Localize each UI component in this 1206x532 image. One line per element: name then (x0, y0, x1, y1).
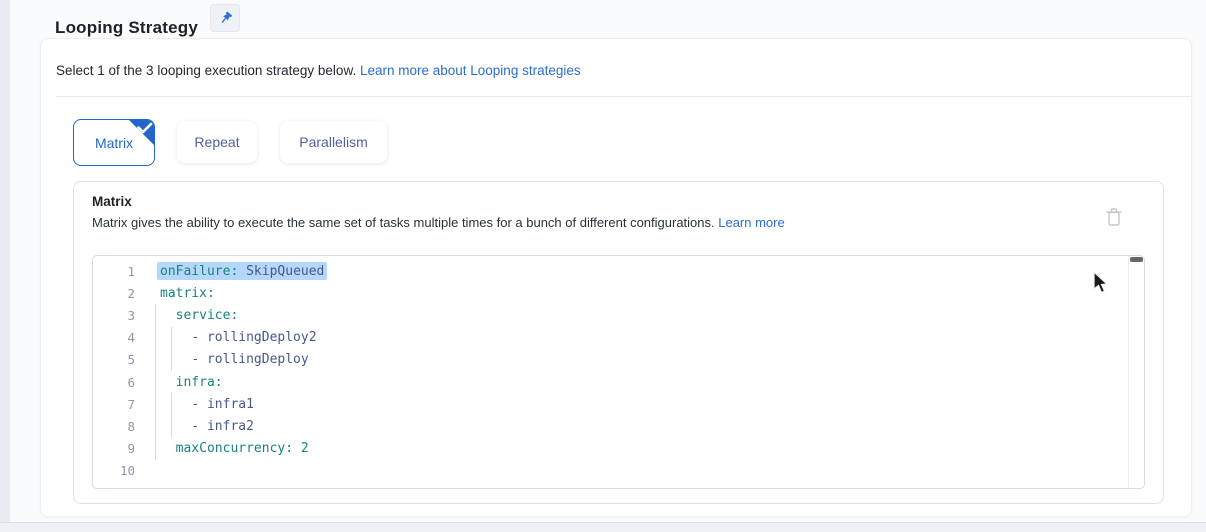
panel-description-text: Matrix gives the ability to execute the … (92, 215, 718, 230)
code-token (160, 397, 191, 412)
code-token (293, 441, 301, 456)
indent-guide (155, 371, 156, 393)
code-token: - (191, 330, 207, 345)
line-number: 10 (93, 463, 135, 478)
indent-guide (171, 349, 172, 371)
code-line[interactable]: 3 service: (93, 304, 1128, 326)
header-divider (56, 96, 1191, 97)
tab-matrix[interactable]: Matrix (73, 119, 155, 166)
line-number: 1 (93, 264, 135, 279)
yaml-editor[interactable]: 1 onFailure: SkipQueued 2 matrix: 3 service:… (92, 255, 1145, 489)
panel-title: Matrix (92, 194, 132, 209)
line-number: 9 (93, 441, 135, 456)
code-line[interactable]: 4 - rollingDeploy2 (93, 327, 1128, 349)
code-line[interactable]: 5 - rollingDeploy (93, 349, 1128, 371)
code-token: - (191, 352, 207, 367)
code-token: service: (176, 308, 239, 323)
code-line[interactable]: 7 - infra1 (93, 393, 1128, 415)
indent-guide (155, 327, 156, 349)
line-number: 6 (93, 375, 135, 390)
line-number: 2 (93, 286, 135, 301)
code-line[interactable]: 9 maxConcurrency: 2 (93, 438, 1128, 460)
bottom-edge-strip (0, 522, 1206, 532)
indent-guide (155, 438, 156, 460)
indent-guide (171, 393, 172, 415)
code-token: matrix: (160, 286, 215, 301)
code-token: infra1 (207, 397, 254, 412)
left-gutter-strip (0, 0, 10, 532)
code-token: maxConcurrency: (176, 441, 293, 456)
indent-guide (155, 393, 156, 415)
code-token: 2 (301, 441, 309, 456)
line-number: 7 (93, 397, 135, 412)
code-token: - (191, 419, 207, 434)
code-text: onFailure: SkipQueued (160, 260, 327, 282)
code-token (160, 352, 191, 367)
code-token: rollingDeploy (207, 352, 309, 367)
code-text: - rollingDeploy2 (160, 327, 317, 349)
code-line[interactable]: 8 - infra2 (93, 415, 1128, 437)
code-text: maxConcurrency: 2 (160, 438, 309, 460)
code-token: infra2 (207, 419, 254, 434)
page-title: Looping Strategy (55, 18, 198, 38)
code-token: onFailure: (160, 264, 238, 279)
panel-description: Matrix gives the ability to execute the … (92, 215, 785, 230)
code-token: - (191, 397, 207, 412)
code-text: - infra1 (160, 393, 254, 415)
line-number: 5 (93, 352, 135, 367)
intro-sentence: Select 1 of the 3 looping execution stra… (56, 63, 360, 78)
code-token (160, 330, 191, 345)
tab-repeat-label: Repeat (194, 134, 239, 150)
code-token: SkipQueued (246, 264, 324, 279)
code-token (238, 264, 246, 279)
selected-text-highlight: onFailure: SkipQueued (157, 262, 327, 280)
tab-parallelism-label: Parallelism (299, 134, 367, 150)
code-line[interactable]: 1 onFailure: SkipQueued (93, 260, 1128, 282)
code-token: infra: (176, 375, 223, 390)
code-line[interactable]: 2 matrix: (93, 282, 1128, 304)
code-line[interactable]: 6 infra: (93, 371, 1128, 393)
code-text: matrix: (160, 282, 215, 304)
line-number: 3 (93, 308, 135, 323)
code-token (160, 441, 176, 456)
pushpin-icon (218, 11, 233, 26)
matrix-panel: Matrix Matrix gives the ability to execu… (73, 181, 1164, 504)
check-icon (125, 119, 155, 149)
indent-guide (155, 349, 156, 371)
code-token (160, 419, 191, 434)
strategy-tabs: Matrix Repeat Parallelism (73, 119, 387, 166)
learn-more-link[interactable]: Learn more (718, 215, 784, 230)
code-text: infra: (160, 371, 223, 393)
line-number: 8 (93, 419, 135, 434)
code-token (160, 308, 176, 323)
trash-icon (1105, 207, 1125, 227)
indent-guide (171, 415, 172, 437)
code-text: service: (160, 304, 238, 326)
indent-guide (155, 415, 156, 437)
code-token: rollingDeploy2 (207, 330, 317, 345)
learn-more-strategies-link[interactable]: Learn more about Looping strategies (360, 63, 581, 78)
line-number: 4 (93, 330, 135, 345)
looping-strategy-card: Select 1 of the 3 looping execution stra… (40, 38, 1192, 517)
delete-strategy-button[interactable] (1105, 206, 1125, 228)
code-lines: 1 onFailure: SkipQueued 2 matrix: 3 service:… (93, 260, 1128, 482)
tab-repeat[interactable]: Repeat (177, 121, 257, 163)
tab-parallelism[interactable]: Parallelism (280, 121, 387, 163)
code-line[interactable]: 10 (93, 460, 1128, 482)
code-token (160, 375, 176, 390)
intro-text: Select 1 of the 3 looping execution stra… (56, 63, 581, 78)
pin-button[interactable] (210, 4, 240, 32)
code-text: - infra2 (160, 415, 254, 437)
scrollbar-track (1128, 256, 1129, 488)
indent-guide (155, 304, 156, 326)
code-text: - rollingDeploy (160, 349, 309, 371)
scrollbar-thumb[interactable] (1130, 257, 1143, 262)
indent-guide (171, 327, 172, 349)
